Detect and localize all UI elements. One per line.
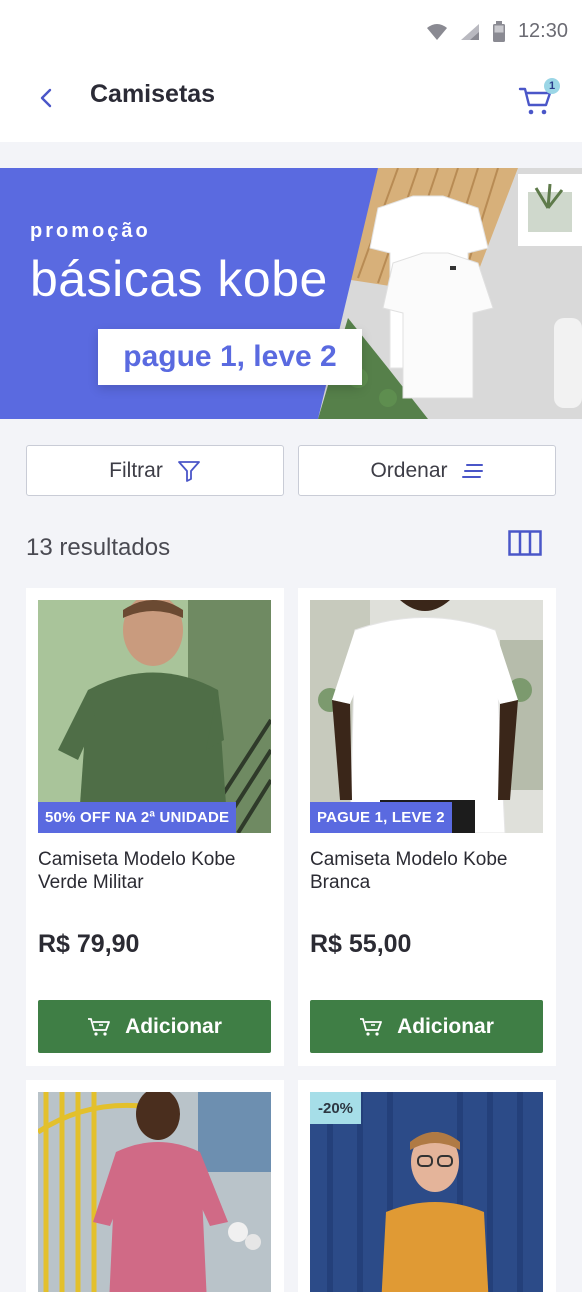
product-price: R$ 55,00 bbox=[310, 930, 412, 958]
promo-badge: 50% OFF NA 2ª UNIDADE bbox=[38, 802, 237, 833]
product-image bbox=[310, 600, 543, 833]
filter-label: Filtrar bbox=[109, 458, 163, 482]
product-card[interactable]: PAGUE 1, LEVE 2 Camiseta Modelo Kobe Bra… bbox=[298, 588, 556, 1066]
cart-button[interactable]: 1 bbox=[518, 76, 560, 116]
page-title: Camisetas bbox=[90, 80, 216, 108]
sort-lines-icon bbox=[461, 463, 483, 478]
filter-button[interactable]: Filtrar bbox=[26, 445, 284, 496]
discount-badge: -20% bbox=[310, 1092, 362, 1124]
signal-icon bbox=[460, 23, 479, 40]
product-name[interactable]: Camiseta Modelo Kobe Verde Militar bbox=[38, 848, 272, 894]
product-image bbox=[38, 1092, 271, 1292]
funnel-icon bbox=[177, 460, 200, 482]
battery-icon bbox=[492, 20, 505, 42]
add-to-cart-button[interactable]: Adicionar bbox=[310, 1000, 543, 1053]
banner-kicker: promoção bbox=[30, 220, 151, 242]
back-button[interactable] bbox=[30, 82, 62, 114]
chevron-left-icon bbox=[40, 88, 52, 108]
cart-icon bbox=[88, 1017, 110, 1036]
banner-cta[interactable]: pague 1, leve 2 bbox=[98, 329, 362, 385]
product-card[interactable]: 50% OFF NA 2ª UNIDADE Camiseta Modelo Ko… bbox=[26, 588, 284, 1066]
wifi-icon bbox=[426, 23, 447, 40]
product-card[interactable] bbox=[26, 1080, 284, 1292]
app-bar: Camisetas 1 bbox=[0, 66, 582, 142]
product-price: R$ 79,90 bbox=[38, 930, 140, 958]
promo-badge: PAGUE 1, LEVE 2 bbox=[310, 802, 452, 833]
cart-count-badge: 1 bbox=[544, 78, 560, 94]
grid-view-icon[interactable] bbox=[508, 530, 542, 556]
cart-icon bbox=[360, 1017, 382, 1036]
add-label: Adicionar bbox=[397, 1014, 494, 1038]
add-label: Adicionar bbox=[125, 1014, 222, 1038]
add-to-cart-button[interactable]: Adicionar bbox=[38, 1000, 271, 1053]
product-name[interactable]: Camiseta Modelo Kobe Branca bbox=[310, 848, 544, 894]
product-card[interactable]: -20% bbox=[298, 1080, 556, 1292]
banner-title: básicas kobe bbox=[30, 251, 328, 307]
results-count: 13 resultados bbox=[26, 534, 171, 561]
status-time: 12:30 bbox=[517, 20, 568, 42]
sort-label: Ordenar bbox=[370, 458, 448, 482]
sort-button[interactable]: Ordenar bbox=[298, 445, 556, 496]
promo-banner[interactable]: promoção básicas kobe pague 1, leve 2 bbox=[0, 168, 582, 419]
product-image bbox=[38, 600, 271, 833]
status-bar: 12:30 bbox=[0, 0, 582, 66]
